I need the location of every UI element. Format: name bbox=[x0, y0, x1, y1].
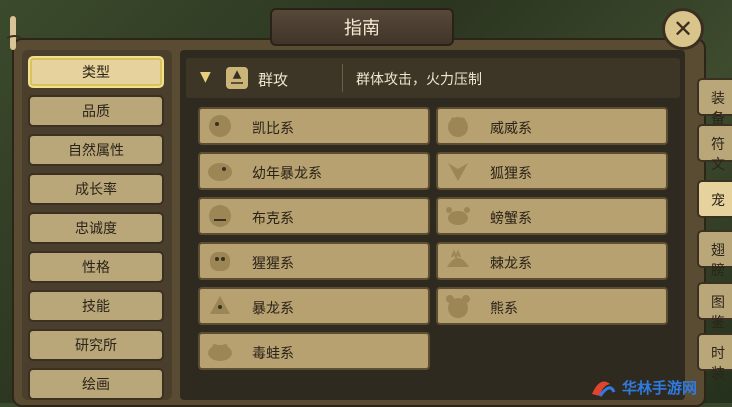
tyrant-dragon-icon bbox=[210, 296, 230, 314]
tab-wings[interactable]: 翅膀 bbox=[697, 230, 732, 279]
sidebar-item-label: 性格 bbox=[82, 260, 110, 276]
list-item[interactable]: 凯比系 bbox=[198, 107, 430, 145]
item-label: 威威系 bbox=[490, 121, 532, 137]
tab-label: 宠 bbox=[711, 193, 725, 209]
tab-rune[interactable]: 符文 bbox=[697, 124, 732, 173]
tab-equipment[interactable]: 装备 bbox=[697, 78, 732, 127]
kaibi-monster-icon bbox=[209, 115, 231, 137]
sidebar-item-label: 成长率 bbox=[75, 182, 117, 198]
sidebar-item-natural-attribute[interactable]: 自然属性 bbox=[28, 134, 164, 166]
divider bbox=[342, 64, 343, 92]
watermark-text: 华林手游网 bbox=[622, 379, 697, 397]
tab-pet[interactable]: 宠 bbox=[697, 180, 732, 218]
list-item[interactable]: 猩猩系 bbox=[198, 242, 430, 280]
item-label: 暴龙系 bbox=[252, 301, 294, 317]
item-label: 幼年暴龙系 bbox=[252, 166, 322, 182]
poison-frog-icon bbox=[208, 344, 232, 361]
page-title-text: 指南 bbox=[344, 18, 380, 39]
category-header[interactable]: ▼ 群攻 群体攻击，火力压制 bbox=[186, 58, 680, 98]
sidebar-item-label: 忠诚度 bbox=[75, 221, 117, 237]
list-item[interactable]: 狐狸系 bbox=[436, 152, 668, 190]
crab-monster-icon bbox=[446, 207, 470, 225]
group-attack-icon bbox=[226, 67, 248, 89]
sidebar-item-quality[interactable]: 品质 bbox=[28, 95, 164, 127]
sidebar-item-type[interactable]: 类型 bbox=[28, 56, 164, 88]
sidebar-item-label: 技能 bbox=[82, 299, 110, 315]
item-label: 布克系 bbox=[252, 211, 294, 227]
item-label: 毒蛙系 bbox=[252, 346, 294, 362]
sidebar-item-label: 研究所 bbox=[75, 338, 117, 354]
sidebar-item-personality[interactable]: 性格 bbox=[28, 251, 164, 283]
tab-label: 图鉴 bbox=[711, 295, 725, 331]
weiwei-monster-icon bbox=[448, 117, 468, 137]
list-item[interactable]: 毒蛙系 bbox=[198, 332, 430, 370]
spine-dragon-icon bbox=[447, 249, 469, 267]
sidebar-item-label: 品质 bbox=[82, 104, 110, 120]
baby-dragon-icon bbox=[208, 163, 232, 181]
category-description: 群体攻击，火力压制 bbox=[356, 72, 482, 88]
watermark-logo: 华林手游网 bbox=[592, 379, 697, 397]
sidebar-item-painting[interactable]: 绘画 bbox=[28, 368, 164, 400]
sidebar: 类型 品质 自然属性 成长率 忠诚度 性格 技能 研究所 绘画 bbox=[22, 50, 172, 400]
list-item[interactable]: 幼年暴龙系 bbox=[198, 152, 430, 190]
item-label: 凯比系 bbox=[252, 121, 294, 137]
list-item[interactable]: 棘龙系 bbox=[436, 242, 668, 280]
sidebar-item-loyalty[interactable]: 忠诚度 bbox=[28, 212, 164, 244]
sidebar-item-growth-rate[interactable]: 成长率 bbox=[28, 173, 164, 205]
list-item[interactable]: 螃蟹系 bbox=[436, 197, 668, 235]
category-title: 群攻 bbox=[258, 71, 289, 89]
tab-label: 翅膀 bbox=[711, 243, 725, 279]
list-item[interactable]: 威威系 bbox=[436, 107, 668, 145]
sidebar-item-label: 绘画 bbox=[82, 377, 110, 393]
tab-fashion[interactable]: 时装 bbox=[697, 333, 732, 382]
item-label: 棘龙系 bbox=[490, 256, 532, 272]
fox-monster-icon bbox=[448, 163, 468, 181]
item-label: 螃蟹系 bbox=[490, 211, 532, 227]
close-button[interactable]: ✕ bbox=[662, 8, 704, 50]
tab-label: 符文 bbox=[711, 137, 725, 173]
list-item[interactable]: 暴龙系 bbox=[198, 287, 430, 325]
close-icon: ✕ bbox=[672, 15, 694, 43]
sidebar-item-skills[interactable]: 技能 bbox=[28, 290, 164, 322]
list-item[interactable]: 熊系 bbox=[436, 287, 668, 325]
sidebar-item-research[interactable]: 研究所 bbox=[28, 329, 164, 361]
gorilla-monster-icon bbox=[210, 252, 230, 271]
scroll-ornament-icon bbox=[6, 16, 22, 50]
page-title: 指南 bbox=[270, 8, 454, 46]
sidebar-item-label: 类型 bbox=[82, 65, 110, 81]
item-label: 狐狸系 bbox=[490, 166, 532, 182]
sidebar-item-label: 自然属性 bbox=[68, 143, 124, 159]
content-panel: ▼ 群攻 群体攻击，火力压制 凯比系 幼年暴龙系 布克系 猩猩系 暴龙系 毒蛙系… bbox=[180, 50, 685, 400]
tab-label: 装备 bbox=[711, 91, 725, 127]
item-label: 猩猩系 bbox=[252, 256, 294, 272]
item-label: 熊系 bbox=[490, 301, 518, 317]
list-item[interactable]: 布克系 bbox=[198, 197, 430, 235]
tab-codex[interactable]: 图鉴 bbox=[697, 282, 732, 331]
chevron-down-icon: ▼ bbox=[200, 69, 211, 85]
buke-monster-icon bbox=[209, 205, 231, 227]
bear-monster-icon bbox=[446, 295, 470, 318]
